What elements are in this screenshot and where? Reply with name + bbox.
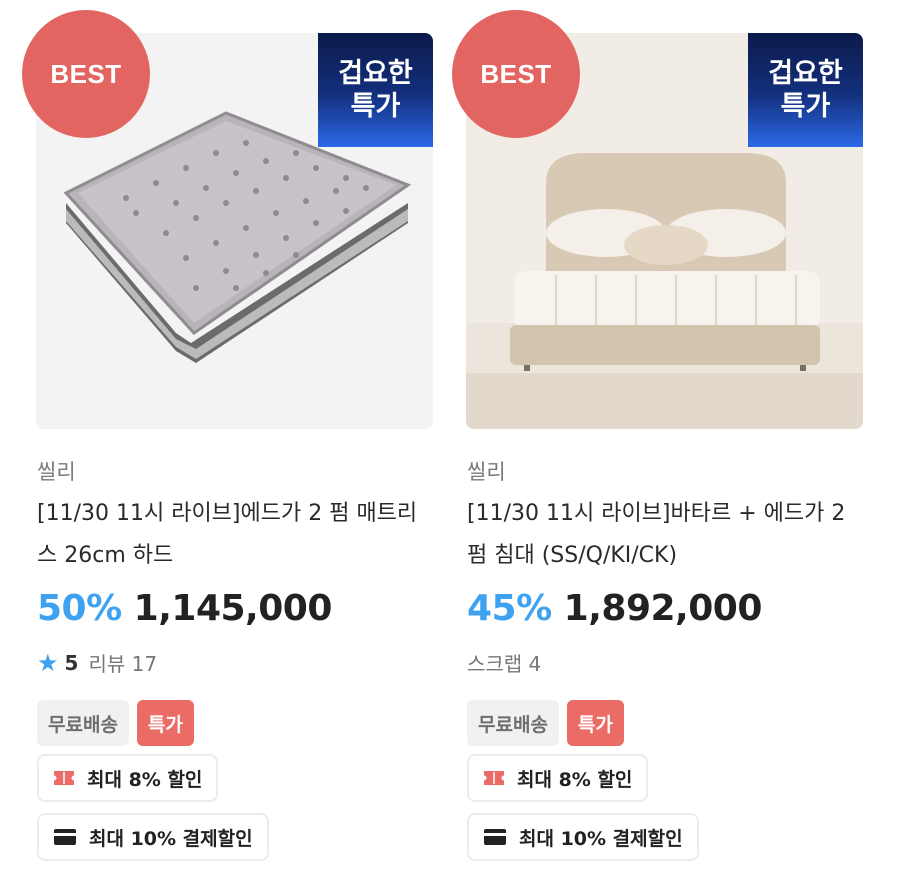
card-discount-label: 최대 10% 결제할인 xyxy=(89,827,253,850)
rating-row: ★ 5 리뷰 17 xyxy=(37,648,157,677)
card-discount-label: 최대 10% 결제할인 xyxy=(519,827,683,850)
card-discount-chip[interactable]: 최대 10% 결제할인 xyxy=(467,813,699,861)
special-price-tag: 특가 xyxy=(136,700,194,746)
free-shipping-tag: 무료배송 xyxy=(37,700,129,746)
sale-badge-line1: 겁요한 xyxy=(338,58,413,89)
sale-price: 1,145,000 xyxy=(133,588,333,629)
free-shipping-tag: 무료배송 xyxy=(467,700,559,746)
special-sale-badge: 겁요한 특가 xyxy=(318,33,433,147)
coupon-discount-chip[interactable]: 최대 8% 할인 xyxy=(467,754,649,802)
coupon-icon xyxy=(483,769,505,787)
coupon-label: 최대 8% 할인 xyxy=(87,768,203,791)
price-row: 50% 1,145,000 xyxy=(37,588,332,629)
tag-list: 무료배송 특가 xyxy=(37,700,194,746)
review-count: 리뷰 17 xyxy=(88,652,158,676)
best-badge: BEST xyxy=(22,10,150,138)
sale-price: 1,892,000 xyxy=(563,588,763,629)
best-badge: BEST xyxy=(452,10,580,138)
special-sale-badge: 겁요한 특가 xyxy=(748,33,863,147)
rating-value: 5 xyxy=(64,650,79,675)
brand-name[interactable]: 씰리 xyxy=(37,456,76,486)
scrap-count: 스크랩 4 xyxy=(467,652,542,676)
tag-list: 무료배송 특가 xyxy=(467,700,624,746)
sale-badge-line2: 특가 xyxy=(780,91,831,122)
brand-name[interactable]: 씰리 xyxy=(467,456,506,486)
sale-badge-line1: 겁요한 xyxy=(768,58,843,89)
discount-rate: 50% xyxy=(37,588,122,629)
product-title[interactable]: [11/30 11시 라이브]에드가 2 펌 매트리스 26cm 하드 xyxy=(37,493,432,577)
discount-rate: 45% xyxy=(467,588,552,629)
card-icon xyxy=(483,828,507,846)
coupon-label: 최대 8% 할인 xyxy=(517,768,633,791)
special-price-tag: 특가 xyxy=(566,700,624,746)
sale-badge-line2: 특가 xyxy=(350,91,401,122)
product-grid: BEST 겁요한 특가 씰리 [11/30 11시 라이브]에드가 2 펌 매트… xyxy=(0,0,900,870)
scrap-row: 스크랩 4 xyxy=(467,648,541,677)
coupon-icon xyxy=(53,769,75,787)
price-row: 45% 1,892,000 xyxy=(467,588,762,629)
star-icon: ★ xyxy=(37,648,59,677)
coupon-discount-chip[interactable]: 최대 8% 할인 xyxy=(37,754,219,802)
product-title[interactable]: [11/30 11시 라이브]바타르 + 에드가 2 펌 침대 (SS/Q/KI… xyxy=(467,493,862,577)
card-discount-chip[interactable]: 최대 10% 결제할인 xyxy=(37,813,269,861)
card-icon xyxy=(53,828,77,846)
